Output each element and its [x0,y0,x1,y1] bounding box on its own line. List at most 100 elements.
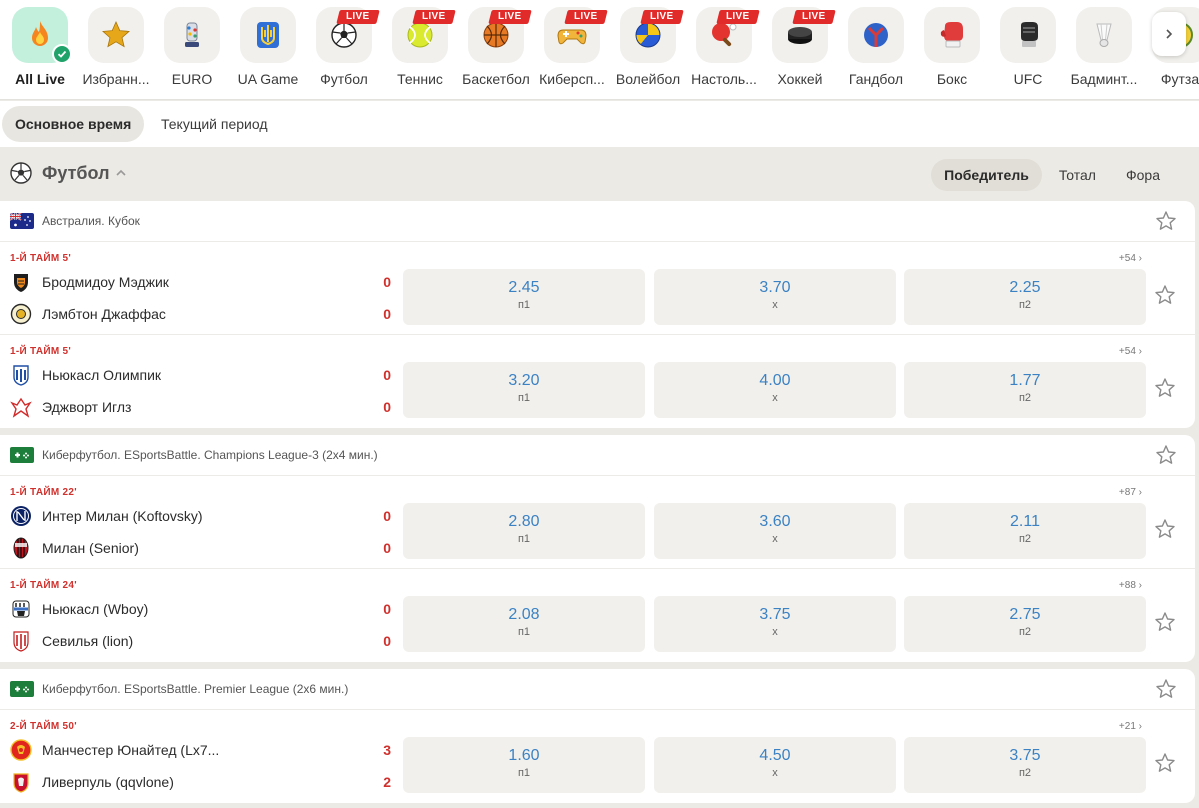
market-tab-winner[interactable]: Победитель [931,159,1042,191]
odds-value: 2.45 [508,279,540,296]
team-score: 0 [383,633,391,649]
period-tabs: Основное время Текущий период [0,101,1199,147]
more-markets-link[interactable]: +87 › [1098,487,1142,498]
odds-button[interactable]: 4.00 х [654,362,896,418]
odds-button[interactable]: 3.75 х [654,596,896,652]
favorite-star-icon[interactable] [1155,444,1177,471]
odds-button[interactable]: 3.70 х [654,269,896,325]
sport-tab[interactable]: All Live [2,0,78,99]
live-badge-text: LIVE [574,11,598,22]
sport-tab-label: Настоль... [691,71,757,87]
odds-button[interactable]: 2.08 п1 [403,596,645,652]
sport-tab[interactable]: Гандбол [838,0,914,99]
odds-outcome-label: п1 [517,767,531,779]
sport-tab[interactable]: Избранн... [78,0,154,99]
live-badge: LIVE [792,10,836,24]
favorite-star-icon[interactable] [1154,611,1176,638]
live-badge: LIVE [564,10,608,24]
favorite-star-icon[interactable] [1154,752,1176,779]
more-markets-count: +21 [1118,721,1136,732]
favorite-star-icon[interactable] [1154,518,1176,545]
tab-current-period[interactable]: Текущий период [148,106,281,142]
favorite-star-icon[interactable] [1155,210,1177,237]
more-markets-link[interactable]: +54 › [1098,253,1142,264]
more-markets-count: +54 [1118,253,1136,264]
league-name: Киберфутбол. ESportsBattle. Champions Le… [42,448,378,462]
more-markets-link[interactable]: +21 › [1098,721,1142,732]
odds-button[interactable]: 2.11 п2 [904,503,1146,559]
event-row[interactable]: 1-Й ТАЙМ 5' +54 › Бродмидоу Мэджик 0 Лэмбтон… [0,242,1195,335]
odds-button[interactable]: 3.60 х [654,503,896,559]
odds-button[interactable]: 3.20 п1 [403,362,645,418]
newcastle-logo-icon [10,598,32,620]
odds-outcome-label: х [772,299,778,311]
star-icon [88,7,144,63]
sport-tab[interactable]: UA Game [230,0,306,99]
favorite-star-icon[interactable] [1154,284,1176,311]
odds-outcome-label: х [772,767,778,779]
odds-button[interactable]: 1.77 п2 [904,362,1146,418]
sport-section-header: Футбол Победитель Тотал Фора [0,147,1199,201]
match-status: 1-Й ТАЙМ 5' [10,253,72,264]
league-header: Австралия. Кубок [0,201,1195,242]
odds-button[interactable]: 3.75 п2 [904,737,1146,793]
match-status: 1-Й ТАЙМ 5' [10,346,72,357]
event-row[interactable]: 1-Й ТАЙМ 24' +88 › Ньюкасл (Wboy) 0 Севилья … [0,569,1195,662]
team-row: Лэмбтон Джаффас 0 [10,303,394,325]
milan-logo-icon [10,537,32,559]
odds-value: 3.70 [759,279,791,296]
more-markets-link[interactable]: +54 › [1098,346,1142,357]
sport-tab[interactable]: LIVE Волейбол [610,0,686,99]
market-tab-total[interactable]: Тотал [1046,159,1109,191]
euro-trophy-icon [164,7,220,63]
league-card: Киберфутбол. ESportsBattle. Premier Leag… [0,669,1195,803]
newcastle-olympic-logo-icon [10,364,32,386]
liverpool-logo-icon [10,771,32,793]
soccer-ball-icon [10,162,32,184]
sport-tab[interactable]: LIVE Настоль... [686,0,762,99]
sport-tab[interactable]: EURO [154,0,230,99]
odds-button[interactable]: 1.60 п1 [403,737,645,793]
sport-tab[interactable]: LIVE Теннис [382,0,458,99]
handball-icon [848,7,904,63]
esports-flag-icon [10,681,34,697]
odds-outcome-label: х [772,392,778,404]
favorite-star-icon[interactable] [1155,678,1177,705]
sport-tab-label: Избранн... [82,71,150,87]
market-tab-handicap[interactable]: Фора [1113,159,1173,191]
odds-button[interactable]: 2.80 п1 [403,503,645,559]
odds-button[interactable]: 2.25 п2 [904,269,1146,325]
team-row: Ньюкасл Олимпик 0 [10,364,394,386]
team-name: Ньюкасл Олимпик [42,367,162,383]
sport-section-title: Футбол [42,162,110,183]
tab-main-time[interactable]: Основное время [2,106,145,142]
favorite-star-icon[interactable] [1154,377,1176,404]
team-row: Манчестер Юнайтед (Lx7... 3 [10,739,394,761]
event-row[interactable]: 1-Й ТАЙМ 22' +87 › Интер Милан (Koftovsky)… [0,476,1195,569]
odds-value: 3.20 [508,372,540,389]
more-markets-link[interactable]: +88 › [1098,580,1142,591]
sport-tab[interactable]: LIVE Киберсп... [534,0,610,99]
carousel-next-button[interactable] [1152,12,1186,56]
odds-button[interactable]: 2.75 п2 [904,596,1146,652]
odds-outcome-label: п2 [1018,767,1032,779]
odds-button[interactable]: 2.45 п1 [403,269,645,325]
live-badge-text: LIVE [726,11,750,22]
sport-tab[interactable]: LIVE Футбол [306,0,382,99]
sport-tab-label: Баскетбол [462,71,530,87]
sport-tab[interactable]: Бадминт... [1066,0,1142,99]
sport-carousel: All Live Избранн... EURO UA Game LIVE Футбол L… [0,0,1199,100]
team-score: 3 [383,742,391,758]
event-row[interactable]: 2-Й ТАЙМ 50' +21 › Манчестер Юнайтед (Lx7.… [0,710,1195,803]
sport-tab[interactable]: UFC [990,0,1066,99]
live-badge: LIVE [640,10,684,24]
sport-tab[interactable]: LIVE Хоккей [762,0,838,99]
event-row[interactable]: 1-Й ТАЙМ 5' +54 › Ньюкасл Олимпик 0 Эджворт … [0,335,1195,428]
esports-flag-icon [10,447,34,463]
team-row: Ньюкасл (Wboy) 0 [10,598,394,620]
sport-tab[interactable]: LIVE Баскетбол [458,0,534,99]
odds-button[interactable]: 4.50 х [654,737,896,793]
sport-section-toggle[interactable]: Футбол [10,162,128,184]
sport-tab[interactable]: Бокс [914,0,990,99]
chevron-right-icon [1166,29,1173,39]
